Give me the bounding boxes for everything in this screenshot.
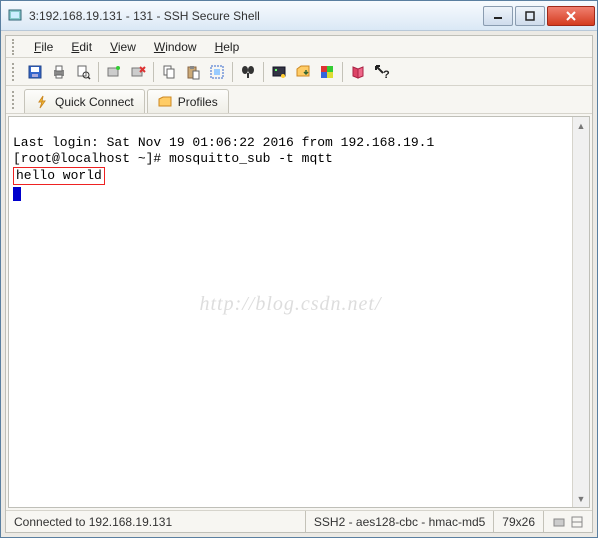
svg-text:?: ? (383, 69, 390, 80)
minimize-button[interactable] (483, 6, 513, 26)
menu-help[interactable]: Help (207, 38, 248, 56)
scroll-up-icon[interactable]: ▲ (573, 117, 589, 134)
status-icons (544, 511, 592, 532)
close-button[interactable] (547, 6, 595, 26)
toolbar-separator (232, 62, 233, 82)
menu-view[interactable]: View (102, 38, 144, 56)
menu-window[interactable]: Window (146, 38, 205, 56)
new-connection-icon[interactable] (103, 61, 125, 83)
folder-icon (158, 95, 172, 109)
disconnect-icon[interactable] (127, 61, 149, 83)
find-icon[interactable] (237, 61, 259, 83)
copy-icon[interactable] (158, 61, 180, 83)
inner-panel: File Edit View Window Help (5, 35, 593, 533)
quick-connect-tab[interactable]: Quick Connect (24, 89, 145, 113)
terminal-output[interactable]: Last login: Sat Nov 19 01:06:22 2016 fro… (9, 117, 572, 507)
toolbar: ? (6, 58, 592, 86)
save-icon[interactable] (24, 61, 46, 83)
terminal-icon[interactable] (268, 61, 290, 83)
book-icon[interactable] (347, 61, 369, 83)
watermark-text: http://blog.csdn.net/ (199, 296, 381, 312)
paste-icon[interactable] (182, 61, 204, 83)
statusbar: Connected to 192.168.19.131 SSH2 - aes12… (6, 510, 592, 532)
file-transfer-icon[interactable] (292, 61, 314, 83)
terminal-cursor (13, 187, 21, 201)
outer-frame: File Edit View Window Help (1, 31, 597, 537)
status-connection: Connected to 192.168.19.131 (6, 511, 306, 532)
terminal-line: [root@localhost ~]# mosquitto_sub -t mqt… (13, 151, 333, 166)
lightning-icon (35, 95, 49, 109)
menu-edit[interactable]: Edit (63, 38, 100, 56)
profiles-tab[interactable]: Profiles (147, 89, 229, 113)
toolbar-separator (263, 62, 264, 82)
tabbar: Quick Connect Profiles (6, 86, 592, 114)
status-protocol: SSH2 - aes128-cbc - hmac-md5 (306, 511, 494, 532)
scroll-down-icon[interactable]: ▼ (573, 490, 589, 507)
terminal-line-highlighted: hello world (13, 167, 105, 185)
toolbar-separator (342, 62, 343, 82)
terminal-line: Last login: Sat Nov 19 01:06:22 2016 fro… (13, 135, 434, 150)
toolbar-separator (153, 62, 154, 82)
maximize-button[interactable] (515, 6, 545, 26)
status-size: 79x26 (494, 511, 544, 532)
color-icon[interactable] (316, 61, 338, 83)
tabbar-grip[interactable] (12, 91, 18, 109)
profiles-label: Profiles (178, 95, 218, 109)
vertical-scrollbar[interactable]: ▲ ▼ (572, 117, 589, 507)
window-title: 3:192.168.19.131 - 131 - SSH Secure Shel… (29, 9, 481, 23)
terminal-area: Last login: Sat Nov 19 01:06:22 2016 fro… (8, 116, 590, 508)
app-window: 3:192.168.19.131 - 131 - SSH Secure Shel… (0, 0, 598, 538)
app-icon (7, 8, 23, 24)
context-help-icon[interactable]: ? (371, 61, 393, 83)
quick-connect-label: Quick Connect (55, 95, 134, 109)
status-icon-1 (552, 515, 566, 529)
print-icon[interactable] (48, 61, 70, 83)
toolbar-separator (98, 62, 99, 82)
select-all-icon[interactable] (206, 61, 228, 83)
menu-file[interactable]: File (26, 38, 61, 56)
titlebar[interactable]: 3:192.168.19.131 - 131 - SSH Secure Shel… (1, 1, 597, 31)
status-icon-2 (570, 515, 584, 529)
menubar: File Edit View Window Help (6, 36, 592, 58)
menubar-grip[interactable] (12, 39, 18, 55)
print-preview-icon[interactable] (72, 61, 94, 83)
toolbar-grip[interactable] (12, 63, 18, 81)
